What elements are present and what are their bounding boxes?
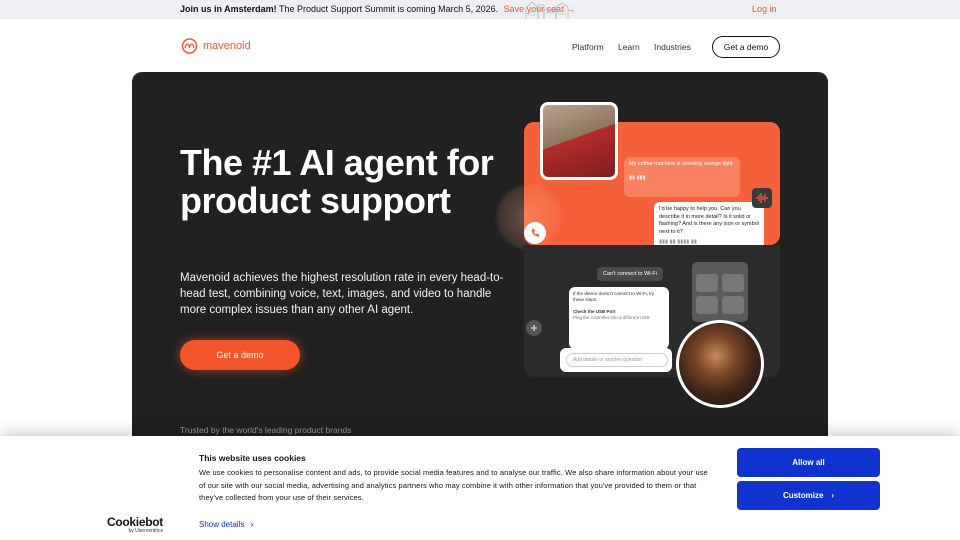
announcement-message: Join us in Amsterdam! The Product Suppor… <box>180 4 575 14</box>
chevron-right-icon: › <box>831 491 835 500</box>
woman-with-phone-photo <box>676 320 764 408</box>
nav-industries[interactable]: Industries <box>654 42 691 52</box>
chat-input-bar: Add details or another question <box>560 348 672 372</box>
troubleshooting-steps-card: If the device doesn't connect to Wi-Fi, … <box>569 287 669 349</box>
steps-intro: If the device doesn't connect to Wi-Fi, … <box>573 291 655 302</box>
cookiebot-brand: Cookiebot <box>107 515 163 529</box>
user-message-text: My coffee machine is showing orange ligh… <box>629 161 733 167</box>
hero-get-demo-button[interactable]: Get a demo <box>180 340 300 370</box>
hero-section: The #1 AI agent for product support Mave… <box>132 72 828 492</box>
announcement-lead: Join us in Amsterdam! <box>180 4 277 14</box>
product-illustration: My coffee machine is showing orange ligh… <box>494 102 794 412</box>
logo-text: mavenoid <box>203 40 251 52</box>
nav-get-demo-button[interactable]: Get a demo <box>712 36 780 58</box>
chevron-right-icon: › <box>250 519 254 529</box>
customize-button[interactable]: Customize › <box>737 481 880 510</box>
nav-learn[interactable]: Learn <box>618 42 640 52</box>
city-skyline-icon <box>525 1 569 19</box>
agent-message-text: I'd be happy to help you. Can you descri… <box>659 206 759 235</box>
cookie-description: We use cookies to personalise content an… <box>199 468 708 502</box>
gallery-tile <box>696 296 718 314</box>
cookiebot-logo: Cookiebot by Usercentrics <box>107 515 163 534</box>
gallery-tile <box>696 274 718 292</box>
gallery-tile <box>722 274 744 292</box>
show-details-label: Show details <box>199 519 245 529</box>
chat-input-field: Add details or another question <box>566 353 668 367</box>
allow-all-label: Allow all <box>792 458 825 467</box>
top-navigation: mavenoid Platform Learn Industries Get a… <box>0 19 960 72</box>
mavenoid-logo-icon <box>181 38 198 54</box>
announcement-bar: Join us in Amsterdam! The Product Suppor… <box>0 0 960 19</box>
allow-all-button[interactable]: Allow all <box>737 448 880 477</box>
voice-wave-icon <box>752 188 772 208</box>
phone-call-icon <box>524 222 546 244</box>
gallery-tile <box>722 296 744 314</box>
nav-platform[interactable]: Platform <box>572 42 604 52</box>
hero-title: The #1 AI agent for product support <box>180 142 494 221</box>
trusted-brands-label: Trusted by the world's leading product b… <box>180 425 352 435</box>
step-detail: Plug the controller into a different USB <box>573 315 650 320</box>
man-on-phone-photo <box>540 102 618 180</box>
hero-subtitle: Mavenoid achieves the highest resolution… <box>180 272 504 316</box>
image-gallery-panel <box>692 262 748 322</box>
add-icon <box>526 320 542 336</box>
cookie-consent-banner: Cookiebot by Usercentrics This website u… <box>0 436 960 540</box>
show-details-link[interactable]: Show details › <box>199 519 253 529</box>
mavenoid-logo[interactable]: mavenoid <box>180 38 251 54</box>
user-audio-wave-icon: ▮▮ ▮▮▮ <box>629 174 646 181</box>
announcement-text: The Product Support Summit is coming Mar… <box>279 4 499 14</box>
wifi-chip-label: Can't connect to Wi-Fi <box>603 271 657 277</box>
cookie-title: This website uses cookies <box>199 453 306 463</box>
wifi-issue-chip: Can't connect to Wi-Fi <box>597 267 663 281</box>
user-message-bubble: My coffee machine is showing orange ligh… <box>624 157 740 197</box>
customize-label: Customize <box>782 491 824 500</box>
login-link[interactable]: Log in <box>752 4 777 14</box>
